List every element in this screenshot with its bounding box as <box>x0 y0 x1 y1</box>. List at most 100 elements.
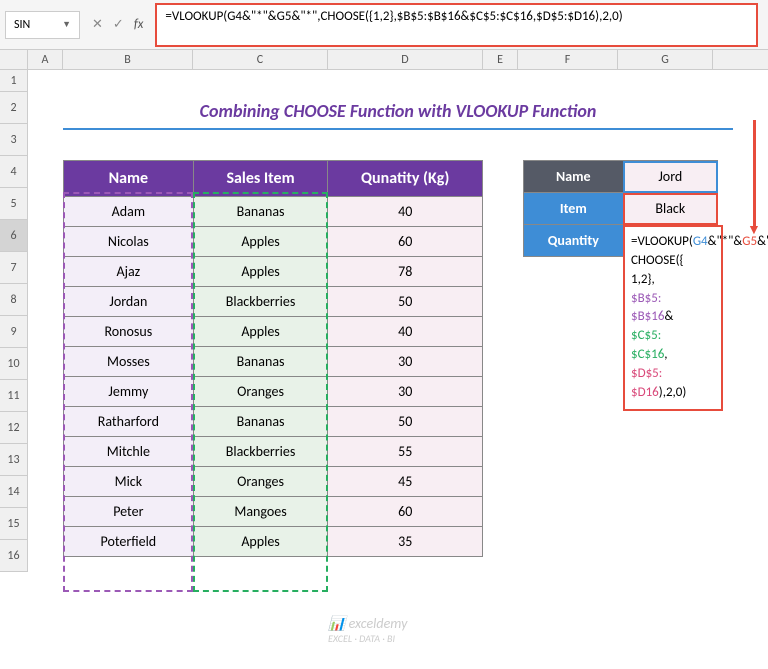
cell[interactable]: 35 <box>328 527 483 557</box>
row-header[interactable]: 16 <box>0 540 28 572</box>
cell[interactable]: 60 <box>328 497 483 527</box>
check-icon[interactable]: ✓ <box>113 17 124 32</box>
cell[interactable]: Jordan <box>64 287 194 317</box>
data-table: Name Sales Item Qunatity (Kg) AdamBanana… <box>63 160 483 557</box>
table-row: JemmyOranges30 <box>64 377 483 407</box>
cell[interactable]: 45 <box>328 467 483 497</box>
cell[interactable]: Mitchle <box>64 437 194 467</box>
table-row: PoterfieldApples35 <box>64 527 483 557</box>
watermark: 📊 exceldemy EXCEL · DATA · BI <box>328 615 407 645</box>
cell[interactable]: Mick <box>64 467 194 497</box>
formula-input[interactable]: =VLOOKUP(G4&"*"&G5&"*",CHOOSE({1,2},$B$5… <box>155 3 758 47</box>
table-row: MitchleBlackberries55 <box>64 437 483 467</box>
cell[interactable]: Jemmy <box>64 377 194 407</box>
column-headers: A B C D E F G <box>0 50 768 70</box>
table-row: MossesBananas30 <box>64 347 483 377</box>
table-row: Item Black <box>524 193 718 225</box>
row-header[interactable]: 14 <box>0 476 28 508</box>
cell[interactable]: Nicolas <box>64 227 194 257</box>
row-header[interactable]: 15 <box>0 508 28 540</box>
cell[interactable]: Bananas <box>193 347 328 377</box>
row-header[interactable]: 13 <box>0 444 28 476</box>
fx-icon[interactable]: fx <box>134 17 144 32</box>
cell-g4[interactable]: Jord <box>623 161 717 193</box>
table-row: AjazApples78 <box>64 257 483 287</box>
row-header[interactable]: 4 <box>0 156 28 188</box>
cell[interactable]: 50 <box>328 287 483 317</box>
row-header[interactable]: 9 <box>0 316 28 348</box>
col-header[interactable]: A <box>28 50 63 69</box>
cell[interactable]: Mangoes <box>193 497 328 527</box>
cell[interactable]: Blackberries <box>193 287 328 317</box>
cell[interactable]: 78 <box>328 257 483 287</box>
row-header[interactable]: 10 <box>0 348 28 380</box>
name-box[interactable]: SIN ▼ <box>5 11 80 39</box>
table-row: MickOranges45 <box>64 467 483 497</box>
cell[interactable]: Mosses <box>64 347 194 377</box>
header-name[interactable]: Name <box>64 161 194 197</box>
cell[interactable]: 40 <box>328 197 483 227</box>
row-headers: 1 2 3 4 5 6 7 8 9 10 11 12 13 14 15 16 <box>0 70 28 572</box>
cell[interactable]: Oranges <box>193 377 328 407</box>
col-header[interactable]: F <box>518 50 618 69</box>
select-all-corner[interactable] <box>0 50 28 69</box>
cell[interactable]: Oranges <box>193 467 328 497</box>
cell[interactable]: 40 <box>328 317 483 347</box>
cell-g5[interactable]: Black <box>623 193 717 225</box>
spreadsheet-grid: A B C D E F G 1 2 3 4 5 6 7 8 9 10 11 12… <box>0 50 768 572</box>
cancel-icon[interactable]: ✕ <box>92 17 103 32</box>
cell[interactable]: Bananas <box>193 197 328 227</box>
chevron-down-icon[interactable]: ▼ <box>62 19 71 30</box>
cell[interactable]: Apples <box>193 527 328 557</box>
col-header[interactable]: C <box>193 50 328 69</box>
side-item-label[interactable]: Item <box>524 193 624 225</box>
col-header[interactable]: G <box>618 50 713 69</box>
table-row: Name Jord <box>524 161 718 193</box>
cell[interactable]: 30 <box>328 347 483 377</box>
header-item[interactable]: Sales Item <box>193 161 328 197</box>
name-box-value: SIN <box>14 18 30 32</box>
col-header[interactable]: B <box>63 50 193 69</box>
cell-g6-editing[interactable]: =VLOOKUP(G4&"*"&G5&"*", CHOOSE({ 1,2}, $… <box>623 225 723 411</box>
cell[interactable]: Apples <box>193 317 328 347</box>
row-header[interactable]: 12 <box>0 412 28 444</box>
row-header[interactable]: 7 <box>0 252 28 284</box>
cell[interactable]: Bananas <box>193 407 328 437</box>
cell[interactable]: 30 <box>328 377 483 407</box>
row-header[interactable]: 2 <box>0 92 28 124</box>
side-name-label[interactable]: Name <box>524 161 624 193</box>
formula-bar: SIN ▼ ✕ ✓ fx =VLOOKUP(G4&"*"&G5&"*",CHOO… <box>0 0 768 50</box>
table-row: JordanBlackberries50 <box>64 287 483 317</box>
cell[interactable]: 55 <box>328 437 483 467</box>
row-header[interactable]: 3 <box>0 124 28 156</box>
row-header[interactable]: 11 <box>0 380 28 412</box>
cell[interactable]: Apples <box>193 257 328 287</box>
col-header[interactable]: D <box>328 50 483 69</box>
formula-controls: ✕ ✓ fx <box>80 17 155 32</box>
row-header[interactable]: 8 <box>0 284 28 316</box>
table-row: PeterMangoes60 <box>64 497 483 527</box>
col-header[interactable]: E <box>483 50 518 69</box>
cell[interactable]: Adam <box>64 197 194 227</box>
cell[interactable]: Peter <box>64 497 194 527</box>
cell[interactable]: Blackberries <box>193 437 328 467</box>
side-qty-label[interactable]: Quantity <box>524 225 624 257</box>
row-header[interactable]: 1 <box>0 70 28 92</box>
table-row: AdamBananas40 <box>64 197 483 227</box>
cell[interactable]: 60 <box>328 227 483 257</box>
cell[interactable]: Ratharford <box>64 407 194 437</box>
row-header[interactable]: 5 <box>0 188 28 220</box>
cell[interactable]: Ajaz <box>64 257 194 287</box>
table-row: RonosusApples40 <box>64 317 483 347</box>
header-qty[interactable]: Qunatity (Kg) <box>328 161 483 197</box>
cells-area[interactable]: Combining CHOOSE Function with VLOOKUP F… <box>28 70 768 572</box>
cell[interactable]: 50 <box>328 407 483 437</box>
cell[interactable]: Apples <box>193 227 328 257</box>
cell[interactable]: Ronosus <box>64 317 194 347</box>
row-header[interactable]: 6 <box>0 220 28 252</box>
table-row: NicolasApples60 <box>64 227 483 257</box>
cell[interactable]: Poterfield <box>64 527 194 557</box>
arrow-icon <box>753 120 756 228</box>
table-row: RatharfordBananas50 <box>64 407 483 437</box>
table-header-row: Name Sales Item Qunatity (Kg) <box>64 161 483 197</box>
